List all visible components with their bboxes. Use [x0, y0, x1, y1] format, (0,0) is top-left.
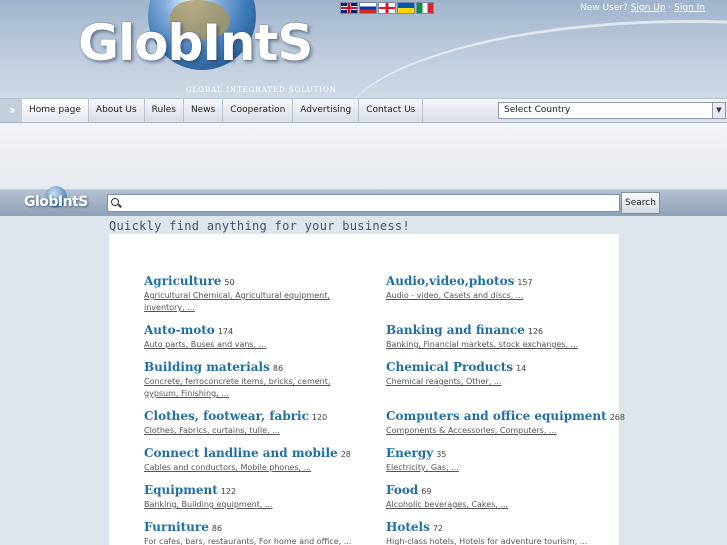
category-count: 50 [224, 278, 235, 287]
nav-items: Home page About Us Rules News Cooperatio… [22, 99, 424, 122]
nav-about-us[interactable]: About Us [89, 99, 145, 122]
category-count: 122 [220, 487, 237, 496]
category-subcategories[interactable]: Banking, Financial markets, stock exchan… [386, 339, 621, 351]
site-logo[interactable]: GlobIntS [78, 14, 313, 72]
banner-area [0, 123, 727, 190]
category-count: 86 [272, 364, 284, 373]
search-tagline: Quickly find anything for your business! [109, 219, 410, 233]
category-subcategories[interactable]: Agricultural Chemical, Agricultural equi… [144, 290, 344, 314]
category-item: Equipment 122 Banking, Building equipment… [144, 479, 386, 516]
category-count: 174 [217, 327, 234, 336]
category-count: 35 [436, 450, 447, 459]
it-flag-icon[interactable] [416, 2, 434, 14]
category-title[interactable]: Computers and office equipment [386, 409, 607, 423]
category-item: Building materials 86 Concrete, ferroconc… [144, 356, 386, 405]
category-item: Computers and office equipment 268 Compon… [386, 405, 628, 442]
category-subcategories[interactable]: Components & Accessories, Computers, ... [386, 425, 586, 437]
site-header: GlobIntS GLOBAL INTEGRATED SOLUTION New … [0, 0, 727, 98]
category-title[interactable]: Connect landline and mobile [144, 446, 338, 460]
new-user-label: New User? [580, 3, 628, 13]
search-input[interactable] [122, 195, 617, 211]
small-logo[interactable]: GlobIntS [24, 194, 88, 210]
nav-cooperation[interactable]: Cooperation [223, 99, 294, 122]
sign-up-link[interactable]: Sign Up [631, 3, 666, 13]
category-count: 14 [516, 364, 527, 373]
category-item: Food 69 Alcoholic beverages, Cakes, ... [386, 479, 628, 516]
category-grid: Agriculture 50 Agricultural Chemical, Agr… [144, 270, 628, 545]
nav-news[interactable]: News [184, 99, 224, 122]
category-count: 72 [432, 524, 444, 533]
category-title[interactable]: Audio,video,photos [386, 274, 514, 288]
chevron-down-icon[interactable]: ▼ [712, 103, 725, 118]
category-item: Auto-moto 174 Auto parts, Buses and vans,… [144, 319, 386, 356]
category-title[interactable]: Agriculture [144, 274, 221, 288]
category-title[interactable]: Equipment [144, 483, 218, 497]
nav-advertising[interactable]: Advertising [293, 99, 360, 122]
sign-in-link[interactable]: Sign In [674, 3, 705, 13]
category-item: Audio,video,photos 157 Audio - video, Cas… [386, 270, 628, 319]
category-subcategories[interactable]: Auto parts, Buses and vans, ... [144, 339, 344, 351]
site-tagline: GLOBAL INTEGRATED SOLUTION [186, 86, 337, 94]
category-subcategories[interactable]: Banking, Building equipment, ... [144, 499, 344, 511]
category-subcategories[interactable]: High-class hotels, Hotels for adventure … [386, 536, 626, 545]
category-title[interactable]: Clothes, footwear, fabric [144, 409, 309, 423]
nav-home-page[interactable]: Home page [22, 99, 89, 122]
uk-flag-icon[interactable] [340, 2, 358, 14]
main-nav: ›› Home page About Us Rules News Coopera… [0, 98, 727, 123]
category-item: Chemical Products 14 Chemical reagents, O… [386, 356, 628, 405]
category-subcategories[interactable]: Alcoholic beverages, Cakes, ... [386, 499, 586, 511]
language-flags [340, 2, 434, 14]
category-title[interactable]: Energy [386, 446, 433, 460]
nav-contact-us[interactable]: Contact Us [359, 99, 424, 122]
category-subcategories[interactable]: For cafes, bars, restaurants, For home a… [144, 536, 379, 545]
category-panel: Agriculture 50 Agricultural Chemical, Agr… [109, 234, 625, 545]
category-count: 86 [211, 524, 223, 533]
category-title[interactable]: Banking and finance [386, 323, 525, 337]
search-bar: GlobIntS Search [0, 186, 727, 216]
category-subcategories[interactable]: Concrete, ferroconcrete items, bricks, c… [144, 376, 364, 400]
category-title[interactable]: Furniture [144, 520, 209, 534]
category-title[interactable]: Food [386, 483, 418, 497]
category-subcategories[interactable]: Electricity, Gas, ... [386, 462, 586, 474]
category-count: 69 [421, 487, 432, 496]
category-title[interactable]: Auto-moto [144, 323, 215, 337]
category-item: Banking and finance 126 Banking, Financia… [386, 319, 628, 356]
category-title[interactable]: Building materials [144, 360, 270, 374]
ru-flag-icon[interactable] [359, 2, 377, 14]
category-subcategories[interactable]: Audio - video, Casets and discs, ... [386, 290, 586, 302]
category-title[interactable]: Hotels [386, 520, 430, 534]
double-chevron-icon: ›› [0, 99, 22, 122]
category-subcategories[interactable]: Cables and conductors, Mobile phones, ..… [144, 462, 344, 474]
category-item: Hotels 72 High-class hotels, Hotels for a… [386, 516, 628, 545]
category-item: Agriculture 50 Agricultural Chemical, Agr… [144, 270, 386, 319]
category-item: Clothes, footwear, fabric 120 Clothes, Fa… [144, 405, 386, 442]
category-item: Furniture 86 For cafes, bars, restaurants… [144, 516, 386, 545]
search-button[interactable]: Search [621, 192, 660, 214]
auth-separator: · [668, 3, 672, 13]
category-count: 28 [340, 450, 351, 459]
category-subcategories[interactable]: Clothes, Fabrics, curtains, tulle, ... [144, 425, 344, 437]
category-count: 157 [517, 278, 533, 287]
category-title[interactable]: Chemical Products [386, 360, 513, 374]
category-item: Connect landline and mobile 28 Cables and… [144, 442, 386, 479]
country-select-value: Select Country [504, 105, 571, 115]
ge-flag-icon[interactable] [378, 2, 396, 14]
category-count: 268 [609, 413, 625, 422]
category-item: Energy 35 Electricity, Gas, ... [386, 442, 628, 479]
country-select[interactable]: Select Country ▼ [498, 102, 726, 119]
category-count: 120 [311, 413, 328, 422]
search-icon [111, 198, 119, 206]
category-count: 126 [527, 327, 544, 336]
search-field[interactable] [107, 194, 620, 212]
nav-rules[interactable]: Rules [145, 99, 184, 122]
ua-flag-icon[interactable] [397, 2, 415, 14]
auth-links: New User? Sign Up · Sign In [580, 3, 705, 13]
category-subcategories[interactable]: Chemical reagents, Other, ... [386, 376, 586, 388]
